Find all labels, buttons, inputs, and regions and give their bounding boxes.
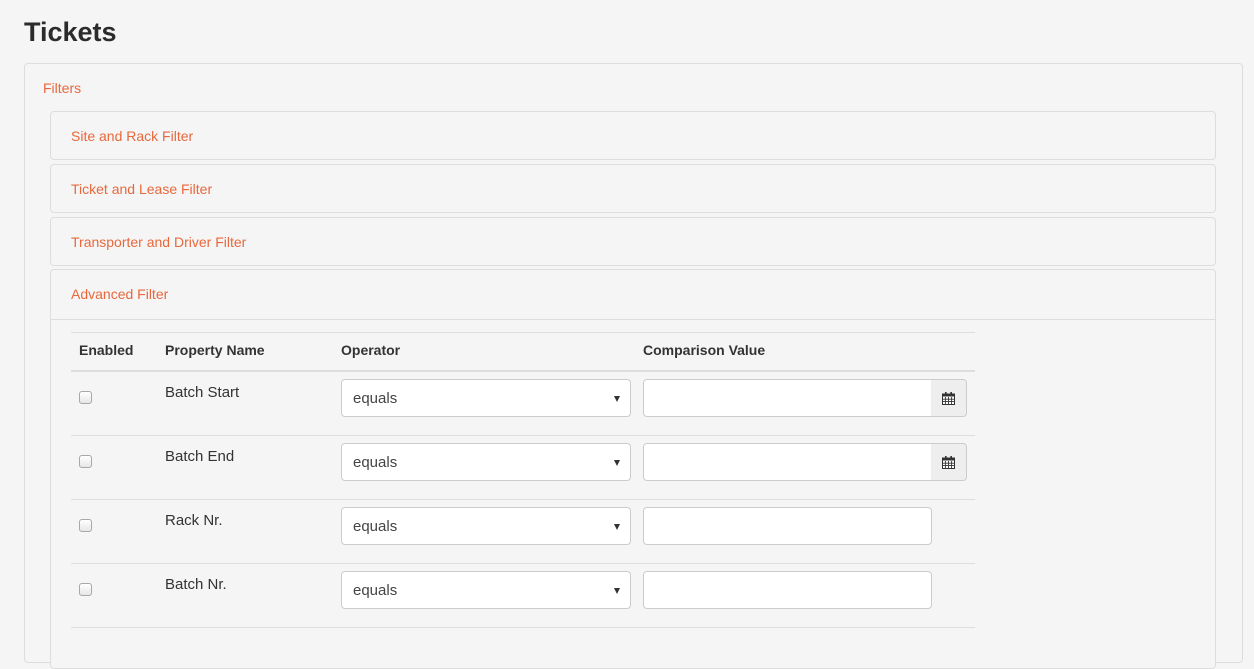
page-title: Tickets — [24, 17, 117, 47]
property-name: Rack Nr. — [165, 512, 223, 529]
enabled-checkbox[interactable] — [79, 519, 92, 532]
ticket-and-lease-filter-toggle[interactable]: Ticket and Lease Filter — [71, 181, 212, 197]
date-picker-button[interactable] — [931, 379, 967, 417]
property-name: Batch Start — [165, 384, 240, 401]
operator-select[interactable]: equals — [341, 571, 631, 609]
operator-select-value: equals — [353, 390, 398, 407]
comparison-value-input[interactable] — [643, 571, 932, 609]
table-top-border — [71, 332, 975, 333]
transporter-and-driver-filter-panel: Transporter and Driver Filter — [50, 217, 1216, 266]
column-header-enabled: Enabled — [79, 342, 134, 358]
caret-down-icon — [614, 588, 620, 594]
calendar-icon — [942, 456, 955, 469]
calendar-icon — [942, 392, 955, 405]
filters-heading[interactable]: Filters — [43, 80, 81, 96]
caret-down-icon — [614, 524, 620, 530]
table-row: Rack Nr. equals — [71, 500, 975, 564]
advanced-filter-toggle[interactable]: Advanced Filter — [71, 286, 168, 302]
operator-select[interactable]: equals — [341, 379, 631, 417]
caret-down-icon — [614, 396, 620, 402]
comparison-value-input[interactable] — [643, 507, 932, 545]
table-row: Batch Start equals — [71, 372, 975, 436]
site-and-rack-filter-panel: Site and Rack Filter — [50, 111, 1216, 160]
site-and-rack-filter-toggle[interactable]: Site and Rack Filter — [71, 128, 193, 144]
enabled-checkbox[interactable] — [79, 583, 92, 596]
transporter-and-driver-filter-toggle[interactable]: Transporter and Driver Filter — [71, 234, 246, 250]
enabled-checkbox[interactable] — [79, 391, 92, 404]
column-header-property-name: Property Name — [165, 342, 265, 358]
operator-select[interactable]: equals — [341, 507, 631, 545]
enabled-checkbox[interactable] — [79, 455, 92, 468]
panel-divider — [51, 319, 1215, 320]
comparison-value-input[interactable] — [643, 443, 932, 481]
column-header-operator: Operator — [341, 342, 401, 358]
caret-down-icon — [614, 460, 620, 466]
advanced-filter-panel: Advanced Filter Enabled Property Name Op… — [50, 269, 1216, 669]
column-header-comparison-value: Comparison Value — [643, 342, 766, 358]
property-name: Batch End — [165, 448, 235, 465]
operator-select-value: equals — [353, 454, 398, 471]
operator-select-value: equals — [353, 582, 398, 599]
table-row: Batch End equals — [71, 436, 975, 500]
table-row: Batch Nr. equals — [71, 564, 975, 628]
date-picker-button[interactable] — [931, 443, 967, 481]
operator-select[interactable]: equals — [341, 443, 631, 481]
comparison-value-input[interactable] — [643, 379, 932, 417]
operator-select-value: equals — [353, 518, 398, 535]
row-divider — [71, 627, 975, 628]
property-name: Batch Nr. — [165, 576, 227, 593]
ticket-and-lease-filter-panel: Ticket and Lease Filter — [50, 164, 1216, 213]
